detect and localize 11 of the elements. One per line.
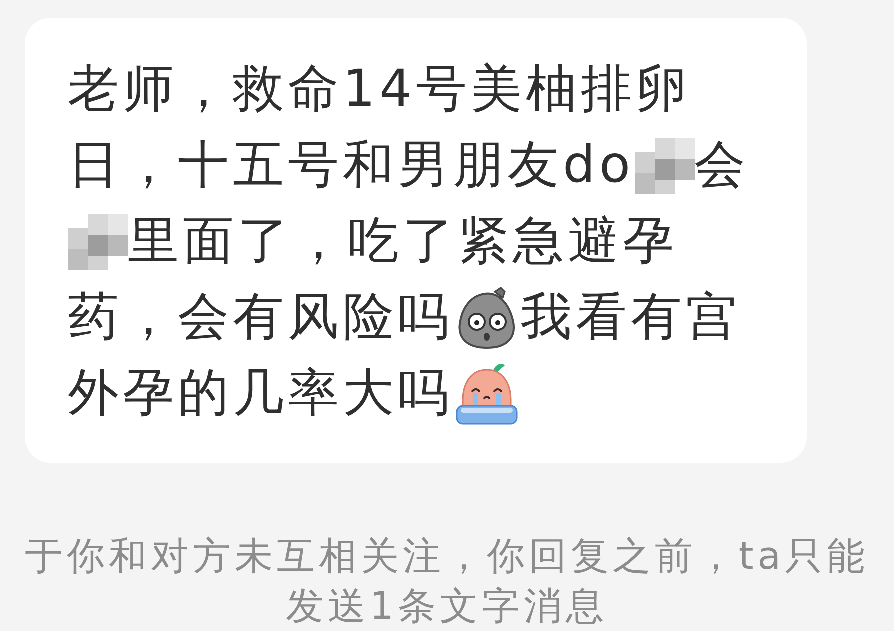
mosaic-censor-icon bbox=[68, 214, 128, 270]
mosaic-censor-icon bbox=[634, 138, 695, 194]
message-text: 里面了，吃了紧急避孕 bbox=[128, 211, 678, 273]
message-text: 我看有宫 bbox=[521, 287, 741, 349]
message-text: 日，十五号和男朋友do bbox=[68, 135, 635, 197]
crying-peach-face-icon bbox=[455, 362, 519, 426]
message-text: 会 bbox=[694, 135, 750, 197]
message-text: 老师，救命14号美柚排卵 bbox=[68, 59, 691, 121]
message-text: 外孕的几率大吗 bbox=[68, 363, 453, 425]
message-text: 药，会有风险吗 bbox=[68, 287, 453, 349]
follow-notice-text: 于你和对方未互相关注，你回复之前，ta只能发送1条文字消息 bbox=[24, 533, 870, 630]
